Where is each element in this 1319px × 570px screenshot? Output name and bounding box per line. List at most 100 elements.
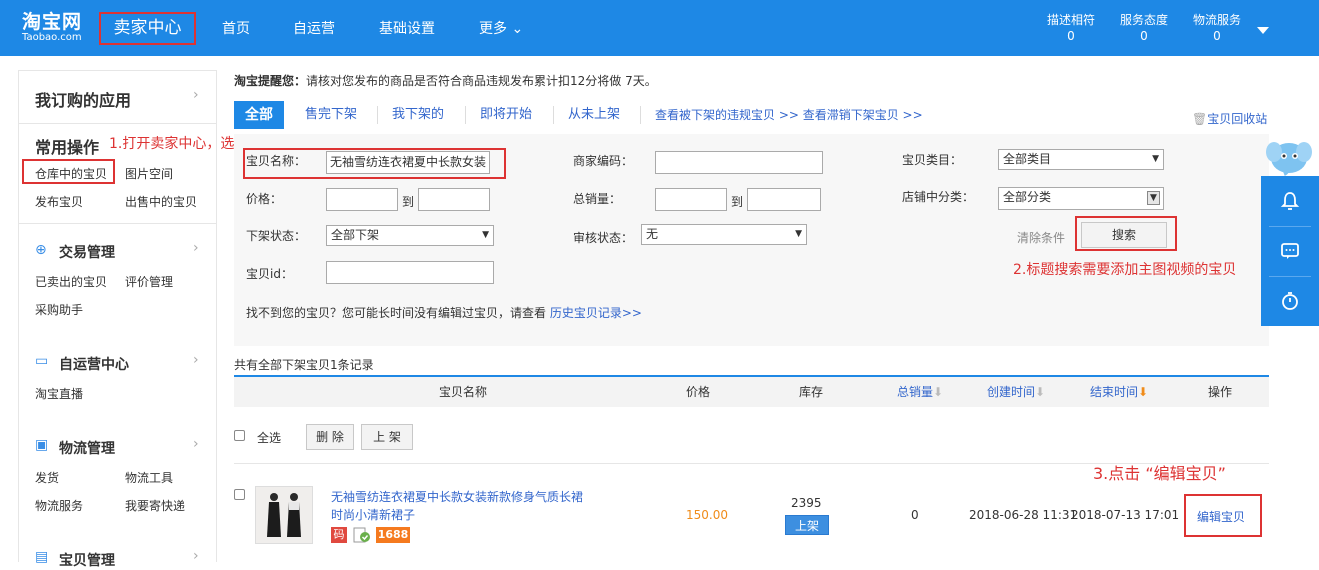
- list-button[interactable]: 上 架: [361, 424, 413, 450]
- dropdown-triangle-icon[interactable]: [1257, 27, 1269, 34]
- stat-logistics-service: 物流服务 0: [1191, 12, 1243, 44]
- annotation-step3: 3.点击 “编辑宝贝”: [1093, 464, 1226, 483]
- chevron-right-icon[interactable]: ›: [193, 87, 199, 103]
- dropdown-arrow-icon: ▼: [795, 229, 802, 239]
- stat-service-attitude: 服务态度 0: [1118, 12, 1170, 44]
- sidebar-item-publish[interactable]: 发布宝贝: [35, 193, 83, 210]
- not-found-text: 找不到您的宝贝？您可能长时间没有编辑过宝贝，请查看 历史宝贝记录>>: [246, 304, 642, 321]
- floating-toolbar: [1261, 176, 1319, 326]
- divider: [377, 106, 378, 124]
- sidebar-item-logistics-service[interactable]: 物流服务: [35, 497, 83, 514]
- category-value: 全部类目: [1003, 152, 1052, 166]
- nav-home[interactable]: 首页: [222, 0, 250, 56]
- sidebar-item-image-space[interactable]: 图片空间: [125, 165, 173, 182]
- badge-1688: 1688: [376, 527, 410, 543]
- sidebar-item-express[interactable]: 我要寄快递: [125, 497, 185, 514]
- nav-self-ops[interactable]: 自运营: [293, 0, 335, 56]
- review-status-select[interactable]: 无 ▼: [641, 224, 807, 245]
- price-min-input[interactable]: [326, 188, 398, 211]
- th-ended[interactable]: 结束时间⬇: [1090, 377, 1148, 407]
- th-name: 宝贝名称: [439, 385, 488, 399]
- row-ended: 2018-07-13 17:01: [1071, 508, 1180, 522]
- review-status-label: 审核状态：: [573, 231, 634, 245]
- review-status-value: 无: [646, 227, 659, 241]
- tab-all[interactable]: 全部: [234, 101, 284, 129]
- logo-en: Taobao.com: [22, 32, 82, 43]
- shop-category-label: 店铺中分类：: [902, 190, 975, 204]
- trade-title[interactable]: 交易管理: [59, 242, 115, 262]
- clear-conditions-link[interactable]: 清除条件: [1017, 229, 1065, 246]
- barcode-badge: 码: [331, 527, 347, 543]
- price-max-input[interactable]: [418, 188, 490, 211]
- not-found-label: 找不到您的宝贝？您可能长时间没有编辑过宝贝，请查看: [246, 306, 547, 320]
- sidebar-item-reviews[interactable]: 评价管理: [125, 273, 173, 290]
- recycle-bin-link[interactable]: 🗑宝贝回收站: [1192, 110, 1267, 127]
- notice-text: 请核对您发布的商品是否符合商品违规发布累计扣12分将做 7天。: [306, 74, 657, 88]
- tab-violation-links[interactable]: 查看被下架的违规宝贝 >> 查看滞销下架宝贝 >>: [655, 101, 923, 129]
- sidebar-title[interactable]: 我订购的应用: [35, 87, 131, 111]
- item-id-input[interactable]: [326, 261, 494, 284]
- divider: [465, 106, 466, 124]
- timer-icon[interactable]: [1261, 276, 1319, 326]
- history-link[interactable]: 历史宝贝记录>>: [550, 306, 642, 320]
- category-select[interactable]: 全部类目 ▼: [998, 149, 1164, 170]
- trash-icon: 🗑: [1192, 112, 1208, 126]
- row-checkbox[interactable]: [234, 489, 245, 500]
- sidebar-item-ship[interactable]: 发货: [35, 469, 59, 486]
- nav-basic-settings[interactable]: 基础设置: [379, 0, 435, 56]
- nav-more[interactable]: 更多 ⌄: [479, 0, 523, 56]
- delist-status-select[interactable]: 全部下架 ▼: [326, 225, 494, 246]
- taobao-logo[interactable]: 淘宝网 Taobao.com: [22, 12, 100, 43]
- sidebar-item-sold[interactable]: 已卖出的宝贝: [35, 273, 107, 290]
- divider: [19, 123, 216, 124]
- product-thumbnail[interactable]: [255, 486, 313, 544]
- th-created-label: 创建时间: [987, 385, 1036, 399]
- delete-button[interactable]: 删 除: [306, 424, 354, 450]
- mascot-icon[interactable]: [1264, 134, 1314, 176]
- stat-value: 0: [1067, 29, 1075, 43]
- th-total-sales[interactable]: 总销量⬇: [897, 377, 943, 407]
- tab-never-listed[interactable]: 从未上架: [568, 101, 620, 129]
- common-ops-title: 常用操作: [35, 138, 100, 157]
- sidebar-item-logistics-tools[interactable]: 物流工具: [125, 469, 173, 486]
- stat-description-match: 描述相符 0: [1045, 12, 1097, 44]
- tab-my-delisted[interactable]: 我下架的: [392, 101, 444, 129]
- chevron-right-icon[interactable]: ›: [193, 352, 199, 368]
- highlight-edit: [1184, 494, 1262, 537]
- tab-sold-out[interactable]: 售完下架: [305, 101, 357, 129]
- verified-icon: [353, 527, 371, 543]
- notice: 淘宝提醒您：请核对您发布的商品是否符合商品违规发布累计扣12分将做 7天。: [234, 72, 657, 89]
- chevron-right-icon[interactable]: ›: [193, 240, 199, 256]
- price-to-label: 到: [402, 195, 415, 209]
- stat-label: 描述相符: [1046, 13, 1095, 27]
- th-stock: 库存: [799, 385, 824, 399]
- seller-center-link[interactable]: 卖家中心: [99, 12, 196, 45]
- sidebar-item-live[interactable]: 淘宝直播: [35, 385, 83, 402]
- logistics-title[interactable]: 物流管理: [59, 438, 115, 458]
- product-title-line1[interactable]: 无袖雪纺连衣裙夏中长款女装新款修身气质长裙: [331, 488, 583, 505]
- select-all-checkbox[interactable]: [234, 430, 245, 441]
- product-title-line2[interactable]: 时尚小清新裙子: [331, 506, 415, 523]
- sidebar-item-on-sale[interactable]: 出售中的宝贝: [125, 193, 197, 210]
- th-total-sales-label: 总销量: [897, 385, 934, 399]
- shop-category-select[interactable]: 全部分类 ▼: [998, 187, 1164, 210]
- item-mgmt-title[interactable]: 宝贝管理: [59, 550, 115, 570]
- chat-icon: ▭: [35, 353, 49, 369]
- self-ops-title[interactable]: 自运营中心: [59, 354, 129, 374]
- sales-max-input[interactable]: [747, 188, 821, 211]
- message-icon[interactable]: [1261, 226, 1319, 276]
- highlight-warehouse: [22, 159, 115, 184]
- chevron-right-icon[interactable]: ›: [193, 436, 199, 452]
- row-list-button[interactable]: 上架: [785, 515, 829, 535]
- merchant-code-input[interactable]: [655, 151, 823, 174]
- box-icon: ▤: [35, 549, 49, 565]
- logo-cn: 淘宝网: [22, 11, 83, 33]
- th-created[interactable]: 创建时间⬇: [987, 377, 1045, 407]
- th-actions: 操作: [1208, 385, 1233, 399]
- top-navbar: 淘宝网 Taobao.com 卖家中心 首页 自运营 基础设置 更多 ⌄ 描述相…: [0, 0, 1319, 56]
- sales-min-input[interactable]: [655, 188, 727, 211]
- bell-icon[interactable]: [1261, 176, 1319, 226]
- total-sales-label: 总销量：: [573, 192, 622, 206]
- tab-upcoming[interactable]: 即将开始: [480, 101, 532, 129]
- sidebar-item-purchase-assistant[interactable]: 采购助手: [35, 301, 83, 318]
